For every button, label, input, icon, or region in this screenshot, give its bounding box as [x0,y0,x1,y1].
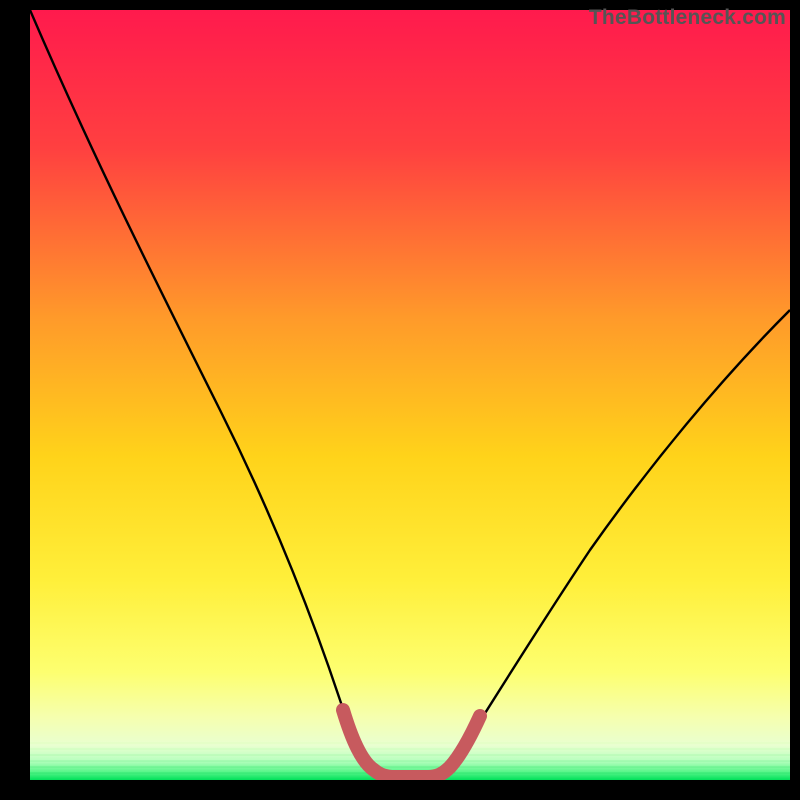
watermark-text: TheBottleneck.com [589,6,786,30]
chart-plot-area [30,10,790,780]
chart-svg [30,10,790,780]
chart-frame: TheBottleneck.com [0,0,800,800]
gradient-background [30,10,790,780]
